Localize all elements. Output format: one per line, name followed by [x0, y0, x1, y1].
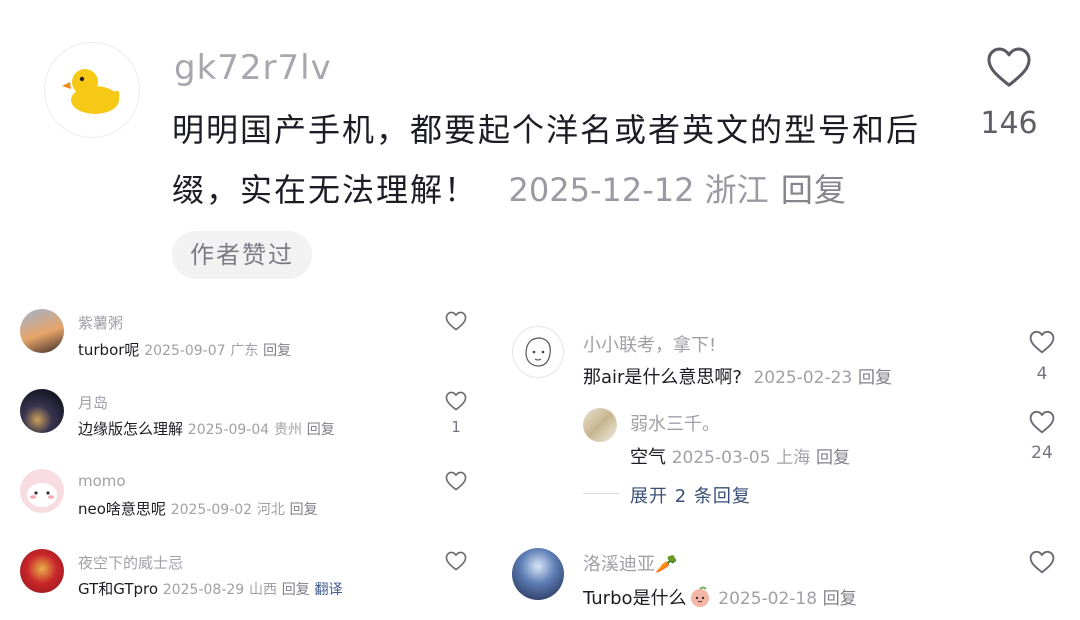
comment-row: GT和GTpro 2025-08-29 山西 回复 翻译 [78, 578, 343, 599]
like-button[interactable] [445, 311, 467, 331]
comment-text: turbor呢 [78, 341, 140, 359]
like-button[interactable] [1029, 550, 1055, 574]
like-button[interactable] [445, 551, 467, 571]
avatar[interactable] [20, 389, 64, 433]
comment-username[interactable]: 月岛 [78, 392, 108, 413]
heart-icon [445, 391, 467, 411]
comment-location: 浙江 [704, 171, 769, 209]
like-button[interactable] [445, 391, 467, 411]
like-button[interactable] [445, 471, 467, 491]
peach-face-icon [689, 586, 711, 613]
reply-button[interactable]: 回复 [282, 582, 310, 598]
avatar[interactable] [512, 548, 564, 600]
comment-username[interactable]: 小小联考，拿下! [583, 331, 716, 357]
avatar[interactable] [20, 469, 64, 513]
comment-username-row[interactable]: 洛溪迪亚🥕 [583, 550, 677, 576]
translate-button[interactable]: 翻译 [315, 582, 343, 598]
comment-username[interactable]: 洛溪迪亚 [583, 554, 655, 575]
comment-date: 2025-09-02 [170, 502, 253, 518]
comment-text: 空气 [630, 447, 666, 468]
heart-icon [1029, 410, 1055, 434]
expand-divider [583, 493, 619, 494]
comment-username[interactable]: 弱水三千。 [630, 410, 720, 436]
sketch-face-icon [525, 337, 551, 367]
comment-date: 2025-02-18 [718, 589, 818, 609]
reply-button[interactable]: 回复 [816, 448, 850, 468]
comment-text: Turbo是什么 [583, 588, 687, 609]
like-count: 146 [980, 106, 1038, 141]
comment-location: 山西 [248, 582, 277, 598]
reply-button[interactable]: 回复 [858, 368, 892, 388]
comment-row: neo啥意思呢 2025-09-02 河北 回复 [78, 498, 318, 519]
comment-row: turbor呢 2025-09-07 广东 回复 [78, 339, 291, 360]
comment-location: 河北 [256, 502, 285, 518]
heart-icon [445, 551, 467, 571]
comment-date: 2025-02-23 [753, 368, 853, 388]
avatar[interactable] [512, 326, 564, 378]
reply-button[interactable]: 回复 [263, 343, 291, 359]
duck-icon [62, 69, 120, 114]
like-button[interactable] [986, 46, 1032, 88]
reply-button[interactable]: 回复 [290, 502, 318, 518]
comment-text: GT和GTpro [78, 580, 159, 598]
comment-row: 空气 2025-03-05 上海 回复 [630, 443, 850, 469]
author-liked-badge: 作者赞过 [172, 231, 312, 279]
comment-location: 贵州 [273, 422, 302, 438]
comment-text: 那air是什么意思啊? [583, 367, 742, 388]
comment-username[interactable]: 夜空下的威士忌 [78, 552, 183, 573]
heart-icon [445, 471, 467, 491]
comment-location: 广东 [230, 343, 259, 359]
heart-icon [445, 311, 467, 331]
comment-row: 那air是什么意思啊? 2025-02-23 回复 [583, 363, 892, 389]
reply-button[interactable]: 回复 [307, 422, 335, 438]
avatar[interactable] [44, 42, 140, 138]
avatar[interactable] [20, 309, 64, 353]
heart-icon [1029, 550, 1055, 574]
like-count: 24 [1031, 443, 1053, 463]
reply-button[interactable]: 回复 [781, 171, 847, 209]
expand-replies-button[interactable]: 展开 2 条回复 [630, 482, 751, 508]
comment-text: neo啥意思呢 [78, 500, 166, 518]
comment-date: 2025-09-07 [144, 343, 226, 359]
like-count: 4 [1036, 364, 1048, 384]
comment-row: Turbo是什么 2025-02-18 回复 [583, 584, 857, 613]
comment-location: 上海 [776, 448, 811, 468]
comment-row: 边缘版怎么理解 2025-09-04 贵州 回复 [78, 418, 335, 439]
comment-date: 2025-09-04 [187, 422, 270, 438]
like-button[interactable] [1029, 410, 1055, 434]
avatar[interactable] [583, 408, 617, 442]
like-count: 1 [451, 418, 461, 436]
comment-date: 2025-03-05 [671, 448, 771, 468]
comment-username[interactable]: momo [78, 472, 126, 490]
comment-text: 边缘版怎么理解 [78, 420, 184, 438]
comment-date: 2025-08-29 [162, 582, 245, 598]
like-button[interactable] [1029, 330, 1055, 354]
heart-icon [987, 47, 1031, 87]
reply-button[interactable]: 回复 [823, 589, 857, 609]
comment-body: 明明国产手机，都要起个洋名或者英文的型号和后缀，实在无法理解！ 2025-12-… [172, 100, 932, 220]
avatar[interactable] [20, 549, 64, 593]
comment-username[interactable]: 紫薯粥 [78, 312, 123, 333]
heart-icon [1029, 330, 1055, 354]
carrot-emoji: 🥕 [655, 554, 678, 575]
comment-date: 2025-12-12 [508, 171, 695, 209]
comment-username[interactable]: gk72r7lv [174, 48, 332, 88]
cartoon-face-icon [27, 483, 57, 507]
